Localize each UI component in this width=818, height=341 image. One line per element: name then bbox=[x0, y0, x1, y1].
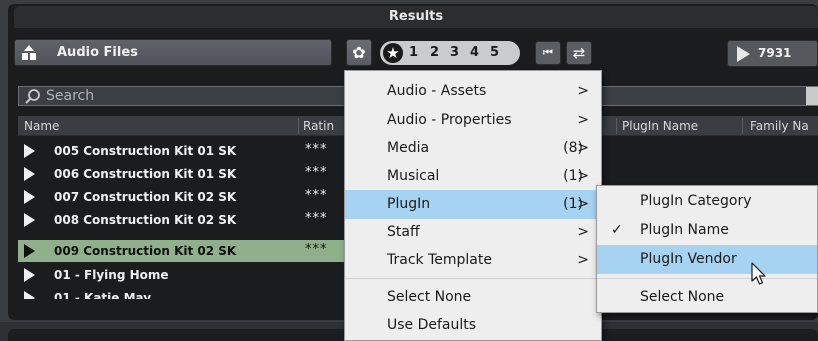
search-placeholder: Search bbox=[46, 88, 95, 104]
rating-5-button[interactable]: 5 bbox=[490, 41, 499, 65]
row-name: 01 - Katie May bbox=[54, 291, 152, 299]
menu-item-label: Select None bbox=[387, 289, 472, 305]
menu-item-label: Media bbox=[387, 140, 430, 156]
column-family-name[interactable]: Family Na bbox=[750, 116, 809, 136]
menu-item-media[interactable]: Media (8) > bbox=[345, 134, 601, 163]
row-name: 007 Construction Kit 02 SK bbox=[54, 190, 237, 204]
row-name: 005 Construction Kit 01 SK bbox=[54, 144, 237, 158]
chevron-right-icon: > bbox=[577, 196, 589, 212]
play-icon[interactable] bbox=[24, 213, 35, 227]
media-type-selector[interactable]: Audio Files bbox=[14, 39, 332, 66]
row-rating: *** bbox=[305, 142, 328, 157]
row-rating: *** bbox=[305, 211, 328, 226]
menu-separator bbox=[597, 278, 817, 279]
menu-separator bbox=[345, 278, 601, 279]
search-clear-button[interactable] bbox=[806, 87, 818, 105]
menu-item-plugin[interactable]: PlugIn (1) > bbox=[345, 190, 601, 219]
window-title: Results bbox=[388, 9, 444, 24]
play-icon[interactable] bbox=[24, 144, 35, 158]
shuffle-button[interactable]: ⇄ bbox=[566, 41, 592, 65]
play-icon[interactable] bbox=[24, 167, 35, 181]
play-icon[interactable] bbox=[24, 268, 35, 282]
check-icon: ✓ bbox=[611, 222, 623, 238]
rating-all-button[interactable]: ★ bbox=[383, 43, 403, 63]
menu-item-label: Musical bbox=[387, 168, 440, 184]
menu-item-audio-assets[interactable]: Audio - Assets > bbox=[345, 77, 601, 106]
column-menu: Audio - Assets > Audio - Properties > Me… bbox=[344, 70, 602, 341]
play-icon[interactable] bbox=[24, 244, 35, 258]
menu-item-staff[interactable]: Staff > bbox=[345, 218, 601, 247]
column-divider[interactable] bbox=[298, 118, 299, 134]
submenu-item-plugin-name[interactable]: ✓ PlugIn Name bbox=[597, 216, 817, 245]
menu-item-track-template[interactable]: Track Template > bbox=[345, 246, 601, 275]
menu-item-label: Track Template bbox=[387, 252, 492, 268]
column-divider[interactable] bbox=[742, 118, 743, 134]
media-type-label: Audio Files bbox=[57, 45, 138, 60]
menu-item-label: Select None bbox=[640, 289, 725, 305]
rating-filter[interactable]: ★ 1 2 3 4 5 bbox=[380, 41, 520, 65]
chevron-right-icon: > bbox=[577, 83, 589, 99]
chevron-right-icon: > bbox=[577, 168, 589, 184]
media-type-icon bbox=[22, 45, 36, 60]
column-name[interactable]: Name bbox=[24, 116, 59, 136]
column-plugin-name[interactable]: PlugIn Name bbox=[622, 116, 698, 136]
menu-item-label: PlugIn Name bbox=[640, 222, 729, 238]
title-bar: Results bbox=[14, 6, 818, 28]
menu-item-audio-properties[interactable]: Audio - Properties > bbox=[345, 106, 601, 135]
chevron-right-icon: > bbox=[577, 252, 589, 268]
play-icon[interactable] bbox=[24, 291, 35, 299]
rating-3-button[interactable]: 3 bbox=[450, 41, 459, 65]
menu-item-label: PlugIn Vendor bbox=[640, 251, 737, 267]
plugin-submenu: PlugIn Category ✓ PlugIn Name PlugIn Ven… bbox=[596, 185, 818, 313]
previous-button[interactable]: ⏮ bbox=[535, 41, 561, 65]
rating-1-button[interactable]: 1 bbox=[409, 41, 418, 65]
row-rating: *** bbox=[305, 165, 328, 180]
row-name: 009 Construction Kit 02 SK bbox=[54, 244, 237, 258]
settings-button[interactable]: ✿ bbox=[346, 39, 372, 66]
result-count: 7931 bbox=[758, 46, 792, 60]
mouse-cursor-icon bbox=[751, 262, 766, 285]
menu-item-label: PlugIn bbox=[387, 196, 431, 212]
menu-item-label: Use Defaults bbox=[387, 317, 477, 333]
column-rating[interactable]: Ratin bbox=[303, 116, 334, 136]
menu-item-musical[interactable]: Musical (1) > bbox=[345, 162, 601, 191]
submenu-item-plugin-category[interactable]: PlugIn Category bbox=[597, 187, 817, 216]
chevron-right-icon: > bbox=[577, 112, 589, 128]
row-name: 01 - Flying Home bbox=[54, 268, 169, 282]
row-rating: *** bbox=[305, 242, 328, 257]
row-rating: *** bbox=[305, 188, 328, 203]
result-count-box[interactable]: 7931 bbox=[727, 40, 818, 67]
row-name: 006 Construction Kit 01 SK bbox=[54, 167, 237, 181]
chevron-right-icon: > bbox=[577, 140, 589, 156]
submenu-item-plugin-vendor[interactable]: PlugIn Vendor bbox=[597, 245, 817, 274]
previous-icon: ⏮ bbox=[543, 46, 553, 59]
star-icon: ★ bbox=[386, 44, 400, 62]
play-icon bbox=[737, 46, 750, 62]
submenu-item-select-none[interactable]: Select None bbox=[597, 283, 817, 312]
chevron-right-icon: > bbox=[577, 224, 589, 240]
menu-item-select-none[interactable]: Select None bbox=[345, 283, 601, 312]
column-divider[interactable] bbox=[616, 118, 617, 134]
row-name: 008 Construction Kit 02 SK bbox=[54, 213, 237, 227]
rating-2-button[interactable]: 2 bbox=[430, 41, 439, 65]
menu-item-label: Audio - Assets bbox=[387, 83, 487, 99]
menu-item-label: PlugIn Category bbox=[640, 193, 752, 209]
shuffle-icon: ⇄ bbox=[572, 44, 586, 62]
menu-item-label: Audio - Properties bbox=[387, 112, 512, 128]
search-icon bbox=[25, 89, 40, 104]
play-icon[interactable] bbox=[24, 190, 35, 204]
rating-4-button[interactable]: 4 bbox=[470, 41, 479, 65]
menu-item-label: Staff bbox=[387, 224, 420, 240]
gear-icon: ✿ bbox=[352, 43, 366, 62]
menu-item-use-defaults[interactable]: Use Defaults bbox=[345, 311, 601, 340]
